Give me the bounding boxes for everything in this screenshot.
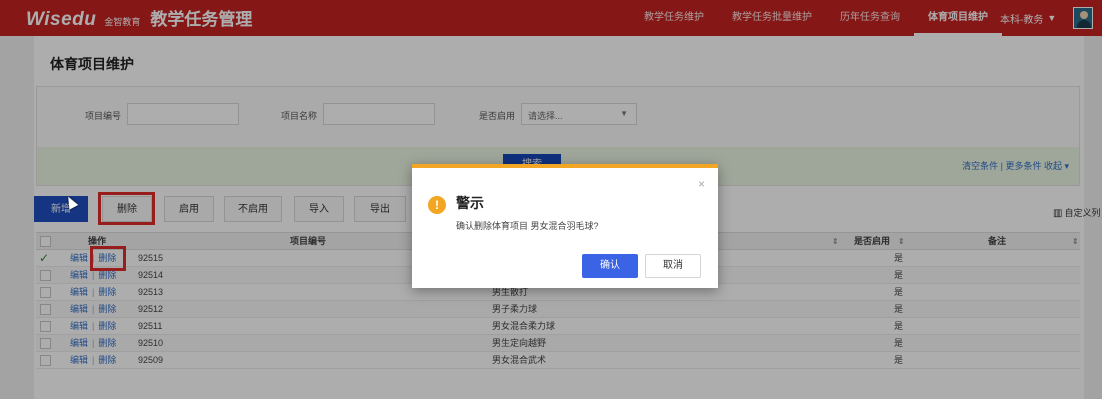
warning-icon: !	[428, 196, 446, 214]
confirm-dialog: × ! 警示 确认删除体育项目 男女混合羽毛球? 确认 取消	[412, 164, 718, 288]
dialog-message: 确认删除体育项目 男女混合羽毛球?	[456, 221, 599, 231]
dialog-title: 警示	[456, 195, 484, 211]
close-icon[interactable]: ×	[698, 177, 705, 191]
cancel-button[interactable]: 取消	[645, 254, 701, 278]
confirm-button[interactable]: 确认	[582, 254, 638, 278]
